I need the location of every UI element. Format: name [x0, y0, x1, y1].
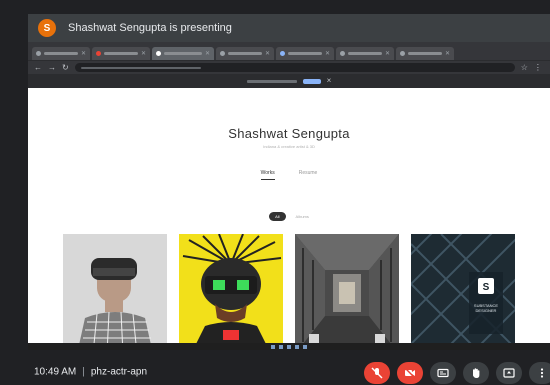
meeting-info: 10:49 AM | phz-actr-apn: [34, 367, 147, 378]
more-vert-icon: [540, 368, 544, 378]
stop-sharing-button[interactable]: [302, 78, 321, 84]
present-button[interactable]: [496, 362, 522, 384]
meet-stage: S Shashwat Sengupta is presenting ✕ ✕ ✕ …: [0, 0, 550, 385]
present-screen-icon: [503, 368, 515, 378]
presenter-avatar: S: [38, 19, 56, 37]
shared-screen: ✕ ✕ ✕ ✕ ✕ ✕ ✕ ← → ↻ ☆ ⋮ × Shashwat Sengu…: [28, 42, 550, 350]
hide-notice-icon[interactable]: ×: [327, 77, 332, 85]
substance-caption-line2: DESIGNER: [475, 308, 497, 313]
captions-icon: [437, 368, 449, 378]
windows-taskbar: [28, 343, 550, 350]
tab-resume[interactable]: Resume: [299, 170, 318, 180]
start-icon[interactable]: [271, 344, 275, 349]
bookmark-star-icon[interactable]: ☆: [521, 63, 528, 72]
back-icon[interactable]: ←: [34, 63, 42, 72]
hand-icon: [473, 368, 480, 378]
presenter-banner: S Shashwat Sengupta is presenting: [28, 14, 550, 42]
browser-tab[interactable]: ✕: [336, 47, 394, 60]
camera-off-button[interactable]: [397, 362, 423, 384]
filter-albums[interactable]: Albums: [296, 214, 309, 219]
browser-tab[interactable]: ✕: [32, 47, 90, 60]
browser-addressbar: ← → ↻ ☆ ⋮: [28, 60, 550, 74]
url-bar[interactable]: [74, 63, 515, 72]
captions-button[interactable]: [430, 362, 456, 384]
gallery-item-scifi-corridor[interactable]: [295, 234, 399, 350]
meeting-code: phz-actr-apn: [90, 366, 148, 378]
filter-all[interactable]: All: [269, 212, 286, 221]
profile-subtitle: Indiana & creative artist & 3D: [263, 144, 315, 149]
camera-off-icon: [404, 367, 416, 379]
profile-name: Shashwat Sengupta: [228, 126, 350, 141]
forward-icon[interactable]: →: [48, 63, 56, 72]
mic-off-button[interactable]: [364, 362, 390, 384]
meeting-time: 10:49 AM: [34, 366, 77, 378]
reload-icon[interactable]: ↻: [62, 63, 69, 72]
meeting-info-separator: |: [82, 366, 85, 378]
browser-tab[interactable]: ✕: [216, 47, 274, 60]
taskbar-app-icon[interactable]: [303, 344, 307, 349]
raise-hand-button[interactable]: [463, 362, 489, 384]
substance-caption: SUBSTANCE DESIGNER: [469, 303, 503, 313]
tab-works[interactable]: Works: [260, 170, 275, 180]
filter-row: All Albums: [28, 212, 550, 221]
gallery: S SUBSTANCE DESIGNER: [63, 234, 515, 350]
mic-off-icon: [371, 367, 383, 379]
more-options-button[interactable]: [529, 362, 550, 384]
svg-text:S: S: [483, 282, 490, 293]
menu-dots-icon[interactable]: ⋮: [534, 63, 542, 72]
gallery-item-vr-headset[interactable]: [63, 234, 167, 350]
taskbar-app-icon[interactable]: [279, 344, 283, 349]
browser-tab[interactable]: ✕: [92, 47, 150, 60]
profile-tabs: Works Resume: [28, 170, 550, 180]
presenter-banner-text: Shashwat Sengupta is presenting: [68, 22, 232, 34]
browser-tab[interactable]: ✕: [396, 47, 454, 60]
taskbar-app-icon[interactable]: [287, 344, 291, 349]
gallery-item-substance-designer[interactable]: S SUBSTANCE DESIGNER: [411, 234, 515, 350]
share-notice-bar: ×: [28, 74, 550, 88]
browser-tabstrip: ✕ ✕ ✕ ✕ ✕ ✕ ✕: [28, 42, 550, 60]
portfolio-page: Shashwat Sengupta Indiana & creative art…: [28, 88, 550, 350]
gallery-item-cyberpunk-helmet[interactable]: [179, 234, 283, 350]
call-controls: [364, 362, 550, 384]
taskbar-app-icon[interactable]: [295, 344, 299, 349]
browser-tab[interactable]: ✕: [276, 47, 334, 60]
browser-tab-active[interactable]: ✕: [152, 47, 214, 60]
